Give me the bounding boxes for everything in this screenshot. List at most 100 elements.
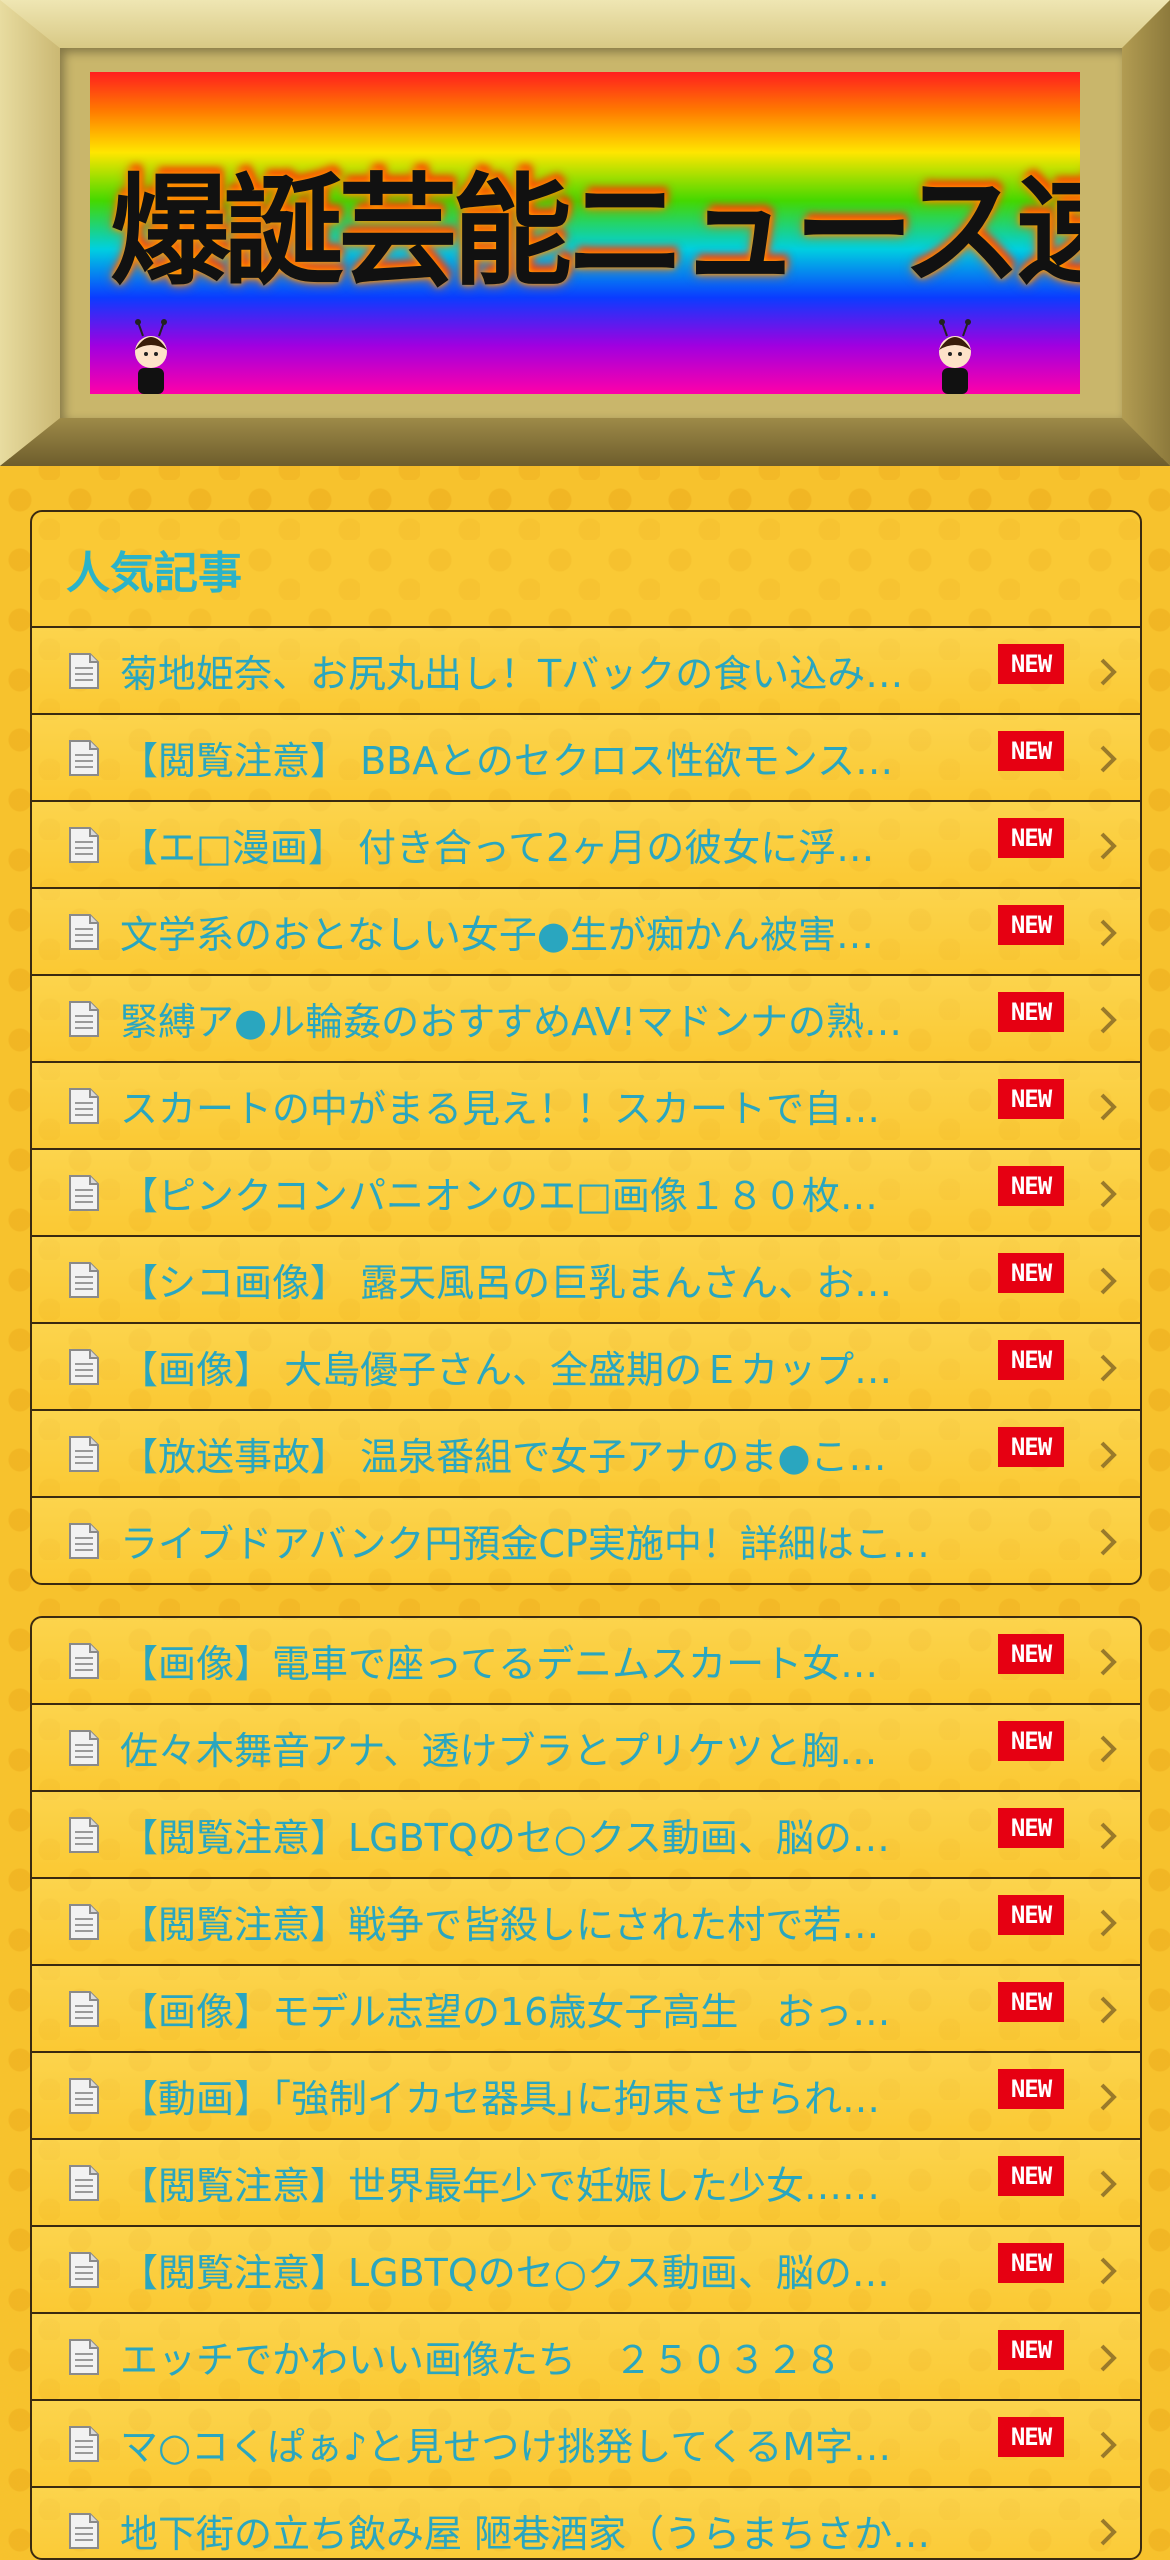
chevron-right-icon [1100, 1909, 1117, 1937]
new-badge: NEW [998, 1079, 1064, 1119]
site-header: 爆誕芸能ニュース速報 [0, 0, 1170, 466]
article-row[interactable]: スカートの中がまる見え！！スカートで自… NEW [32, 1063, 1140, 1150]
popular-articles-list: 菊地姫奈、お尻丸出し！Tバックの食い込み… NEW 【閲覧注意】 BBAとのセク… [32, 628, 1140, 1583]
chevron-right-icon [1100, 1648, 1117, 1676]
new-badge: NEW [998, 1427, 1064, 1467]
article-row[interactable]: 地下街の立ち飲み屋 陋巷酒家（うらまちさか… [32, 2488, 1140, 2558]
chevron-right-icon [1100, 2344, 1117, 2372]
new-badge: NEW [998, 2156, 1064, 2196]
document-icon [69, 2425, 99, 2462]
document-icon [69, 2164, 99, 2201]
article-title: 佐々木舞音アナ、透けブラとプリケツと胸… [120, 1729, 878, 1773]
article-row[interactable]: 【閲覧注意】 BBAとのセクロス性欲モンス… NEW [32, 715, 1140, 802]
article-title: 菊地姫奈、お尻丸出し！Tバックの食い込み… [120, 652, 904, 696]
article-row[interactable]: 【ピンクコンパニオンのエ□画像１８０枚… NEW [32, 1150, 1140, 1237]
chevron-right-icon [1100, 832, 1117, 860]
article-row[interactable]: 文学系のおとなしい女子●生が痴かん被害… NEW [32, 889, 1140, 976]
new-badge: NEW [998, 2417, 1064, 2457]
article-title: ライブドアバンク円預金CP実施中！詳細はこ… [120, 1522, 930, 1566]
chevron-right-icon [1100, 1267, 1117, 1295]
document-icon [69, 2512, 99, 2549]
mascot-right-icon [939, 319, 971, 394]
document-icon [69, 1348, 99, 1385]
document-icon [69, 1903, 99, 1940]
document-icon [69, 739, 99, 776]
document-icon [69, 1816, 99, 1853]
frame-bevel [0, 0, 1170, 48]
chevron-right-icon [1100, 1735, 1117, 1763]
article-title: 緊縛ア●ル輪姦のおすすめAV!マドンナの熟… [120, 1000, 902, 1044]
article-title: 【ピンクコンパニオンのエ□画像１８０枚… [120, 1174, 878, 1218]
article-title: 文学系のおとなしい女子●生が痴かん被害… [120, 913, 875, 957]
article-row[interactable]: 【シコ画像】 露天風呂の巨乳まんさん、お… NEW [32, 1237, 1140, 1324]
document-icon [69, 1522, 99, 1559]
site-logo-banner[interactable]: 爆誕芸能ニュース速報 [90, 72, 1080, 394]
chevron-right-icon [1100, 1180, 1117, 1208]
latest-articles-list: 【画像】電車で座ってるデニムスカート女… NEW 佐々木舞音アナ、透けブラとプリ… [32, 1618, 1140, 2558]
article-row[interactable]: 【閲覧注意】LGBTQのセ○クス動画、脳の… NEW [32, 1792, 1140, 1879]
new-badge: NEW [998, 2243, 1064, 2283]
document-icon [69, 826, 99, 863]
document-icon [69, 1087, 99, 1124]
article-row[interactable]: 【閲覧注意】LGBTQのセ○クス動画、脳の… NEW [32, 2227, 1140, 2314]
chevron-right-icon [1100, 2257, 1117, 2285]
new-badge: NEW [998, 818, 1064, 858]
article-row[interactable]: 緊縛ア●ル輪姦のおすすめAV!マドンナの熟… NEW [32, 976, 1140, 1063]
document-icon [69, 913, 99, 950]
article-title: 【放送事故】 温泉番組で女子アナのま●こ… [120, 1435, 887, 1479]
article-row[interactable]: 【動画】｢強制イカセ器具｣に拘束させられ… NEW [32, 2053, 1140, 2140]
chevron-right-icon [1100, 1006, 1117, 1034]
article-row[interactable]: 佐々木舞音アナ、透けブラとプリケツと胸… NEW [32, 1705, 1140, 1792]
new-badge: NEW [998, 1808, 1064, 1848]
article-title: 【シコ画像】 露天風呂の巨乳まんさん、お… [120, 1261, 893, 1305]
chevron-right-icon [1100, 745, 1117, 773]
frame-bevel [0, 0, 60, 466]
article-row[interactable]: 菊地姫奈、お尻丸出し！Tバックの食い込み… NEW [32, 628, 1140, 715]
document-icon [69, 1435, 99, 1472]
document-icon [69, 1990, 99, 2027]
new-badge: NEW [998, 1634, 1064, 1674]
chevron-right-icon [1100, 1354, 1117, 1382]
new-badge: NEW [998, 905, 1064, 945]
new-badge: NEW [998, 1340, 1064, 1380]
article-title: 【動画】｢強制イカセ器具｣に拘束させられ… [120, 2077, 881, 2121]
article-title: スカートの中がまる見え！！スカートで自… [120, 1087, 881, 1131]
article-row[interactable]: 【放送事故】 温泉番組で女子アナのま●こ… NEW [32, 1411, 1140, 1498]
document-icon [69, 1729, 99, 1766]
article-row[interactable]: ライブドアバンク円預金CP実施中！詳細はこ… [32, 1498, 1140, 1583]
chevron-right-icon [1100, 1822, 1117, 1850]
document-icon [69, 1642, 99, 1679]
article-title: 地下街の立ち飲み屋 陋巷酒家（うらまちさか… [120, 2512, 931, 2556]
article-title: 【閲覧注意】LGBTQのセ○クス動画、脳の… [120, 1816, 890, 1860]
article-row[interactable]: 【閲覧注意】世界最年少で妊娠した少女…… NEW [32, 2140, 1140, 2227]
article-row[interactable]: 【画像】モデル志望の16歳女子高生 おっ… NEW [32, 1966, 1140, 2053]
article-row[interactable]: 【エ□漫画】 付き合って2ヶ月の彼女に浮… NEW [32, 802, 1140, 889]
mascot-left-icon [135, 319, 167, 394]
chevron-right-icon [1100, 1093, 1117, 1121]
new-badge: NEW [998, 1982, 1064, 2022]
article-title: 【エ□漫画】 付き合って2ヶ月の彼女に浮… [120, 826, 875, 870]
article-row[interactable]: 【画像】電車で座ってるデニムスカート女… NEW [32, 1618, 1140, 1705]
article-title: 【閲覧注意】LGBTQのセ○クス動画、脳の… [120, 2251, 890, 2295]
chevron-right-icon [1100, 2170, 1117, 2198]
article-title: 【画像】電車で座ってるデニムスカート女… [120, 1642, 879, 1686]
new-badge: NEW [998, 1721, 1064, 1761]
document-icon [69, 1174, 99, 1211]
article-row[interactable]: マ○コくぱぁ♪と見せつけ挑発してくるM字… NEW [32, 2401, 1140, 2488]
chevron-right-icon [1100, 2518, 1117, 2546]
article-row[interactable]: 【閲覧注意】戦争で皆殺しにされた村で若… NEW [32, 1879, 1140, 1966]
article-row[interactable]: エッチでかわいい画像たち ２５０３２８ NEW [32, 2314, 1140, 2401]
popular-articles-panel: 人気記事 菊地姫奈、お尻丸出し！Tバックの食い込み… NEW 【閲覧注意】 BB… [30, 510, 1142, 1585]
article-row[interactable]: 【画像】 大島優子さん、全盛期のＥカップ… NEW [32, 1324, 1140, 1411]
article-title: 【画像】 大島優子さん、全盛期のＥカップ… [120, 1348, 893, 1392]
document-icon [69, 2338, 99, 2375]
chevron-right-icon [1100, 2083, 1117, 2111]
article-title: 【画像】モデル志望の16歳女子高生 おっ… [120, 1990, 891, 2034]
latest-articles-panel: 【画像】電車で座ってるデニムスカート女… NEW 佐々木舞音アナ、透けブラとプリ… [30, 1616, 1142, 2560]
new-badge: NEW [998, 1166, 1064, 1206]
site-title: 爆誕芸能ニュース速報 [110, 163, 1080, 302]
document-icon [69, 2251, 99, 2288]
chevron-right-icon [1100, 1441, 1117, 1469]
document-icon [69, 2077, 99, 2114]
chevron-right-icon [1100, 2431, 1117, 2459]
